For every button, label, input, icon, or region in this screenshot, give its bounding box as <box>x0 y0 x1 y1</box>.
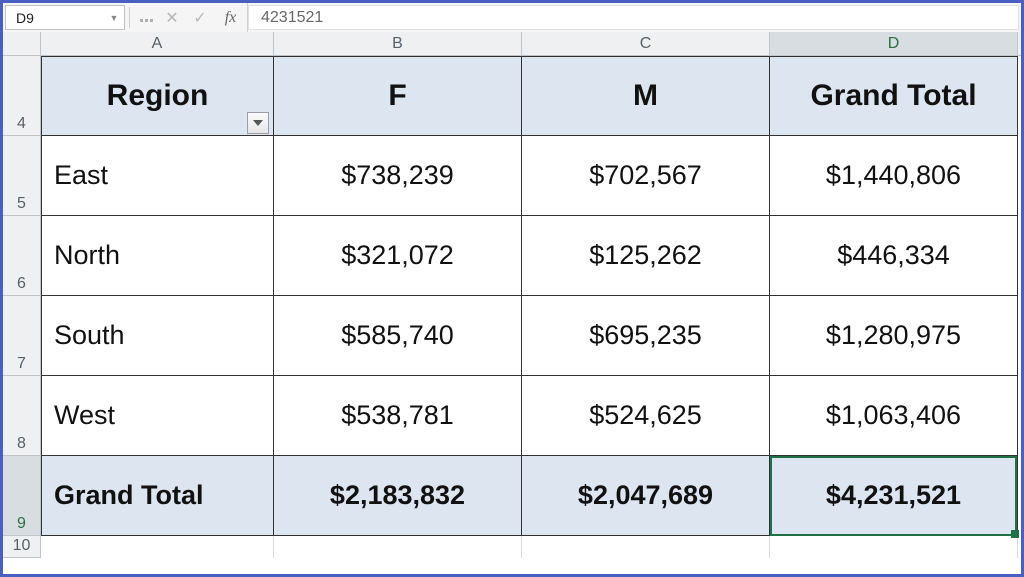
pivot-header-region[interactable]: Region <box>41 56 274 136</box>
grand-total-total[interactable]: $4,231,521 <box>770 456 1018 536</box>
chevron-down-icon[interactable]: ▼ <box>108 10 124 26</box>
cell-f[interactable]: $585,740 <box>274 296 522 376</box>
column-header-c[interactable]: C <box>522 32 770 55</box>
fx-icon[interactable]: fx <box>214 3 248 32</box>
formula-input[interactable]: 4231521 <box>248 5 1019 30</box>
row-header-5[interactable]: 5 <box>3 136 41 216</box>
column-header-a[interactable]: A <box>41 32 274 55</box>
select-all-corner[interactable] <box>3 32 41 55</box>
column-headers: A B C D <box>3 32 1021 56</box>
cell-total[interactable]: $1,440,806 <box>770 136 1018 216</box>
table-row: 8 West $538,781 $524,625 $1,063,406 <box>3 376 1021 456</box>
cancel-icon[interactable]: ✕ <box>158 3 186 32</box>
row-header-7[interactable]: 7 <box>3 296 41 376</box>
cell-region[interactable]: South <box>41 296 274 376</box>
cell-f[interactable]: $321,072 <box>274 216 522 296</box>
cell-f[interactable]: $538,781 <box>274 376 522 456</box>
cell-m[interactable]: $524,625 <box>522 376 770 456</box>
empty-cell[interactable] <box>274 536 522 558</box>
row-header-10[interactable]: 10 <box>3 536 41 558</box>
cell-region[interactable]: East <box>41 136 274 216</box>
pivot-header-total[interactable]: Grand Total <box>770 56 1018 136</box>
spreadsheet: A B C D 4 Region F M Grand Total 5 East … <box>0 32 1024 577</box>
column-header-d[interactable]: D <box>770 32 1018 55</box>
table-row: 7 South $585,740 $695,235 $1,280,975 <box>3 296 1021 376</box>
row-header-6[interactable]: 6 <box>3 216 41 296</box>
cell-m[interactable]: $125,262 <box>522 216 770 296</box>
grand-total-m[interactable]: $2,047,689 <box>522 456 770 536</box>
grand-total-label[interactable]: Grand Total <box>41 456 274 536</box>
name-box[interactable]: D9 ▼ <box>5 5 125 30</box>
pivot-header-row: 4 Region F M Grand Total <box>3 56 1021 136</box>
cell-f[interactable]: $738,239 <box>274 136 522 216</box>
empty-cell[interactable] <box>41 536 274 558</box>
row-header-8[interactable]: 8 <box>3 376 41 456</box>
row-header-4[interactable]: 4 <box>3 56 41 136</box>
empty-cell[interactable] <box>522 536 770 558</box>
pivot-header-f[interactable]: F <box>274 56 522 136</box>
cell-total[interactable]: $446,334 <box>770 216 1018 296</box>
empty-cell[interactable] <box>770 536 1018 558</box>
cell-m[interactable]: $702,567 <box>522 136 770 216</box>
name-box-value: D9 <box>12 10 108 26</box>
row-header-9[interactable]: 9 <box>3 456 41 536</box>
formula-bar: D9 ▼ ✕ ✓ fx 4231521 <box>0 0 1024 32</box>
grand-total-f[interactable]: $2,183,832 <box>274 456 522 536</box>
cell-m[interactable]: $695,235 <box>522 296 770 376</box>
table-row: 10 <box>3 536 1021 558</box>
pivot-grand-total-row: 9 Grand Total $2,183,832 $2,047,689 $4,2… <box>3 456 1021 536</box>
pivot-header-m[interactable]: M <box>522 56 770 136</box>
column-header-b[interactable]: B <box>274 32 522 55</box>
cell-total[interactable]: $1,280,975 <box>770 296 1018 376</box>
check-icon[interactable]: ✓ <box>186 3 214 32</box>
separator <box>129 7 130 28</box>
filter-dropdown-icon[interactable] <box>247 112 269 134</box>
table-row: 6 North $321,072 $125,262 $446,334 <box>3 216 1021 296</box>
cell-region[interactable]: West <box>41 376 274 456</box>
formula-value: 4231521 <box>261 9 323 27</box>
ellipsis-icon[interactable] <box>134 3 158 32</box>
cell-total[interactable]: $1,063,406 <box>770 376 1018 456</box>
cell-region[interactable]: North <box>41 216 274 296</box>
table-row: 5 East $738,239 $702,567 $1,440,806 <box>3 136 1021 216</box>
